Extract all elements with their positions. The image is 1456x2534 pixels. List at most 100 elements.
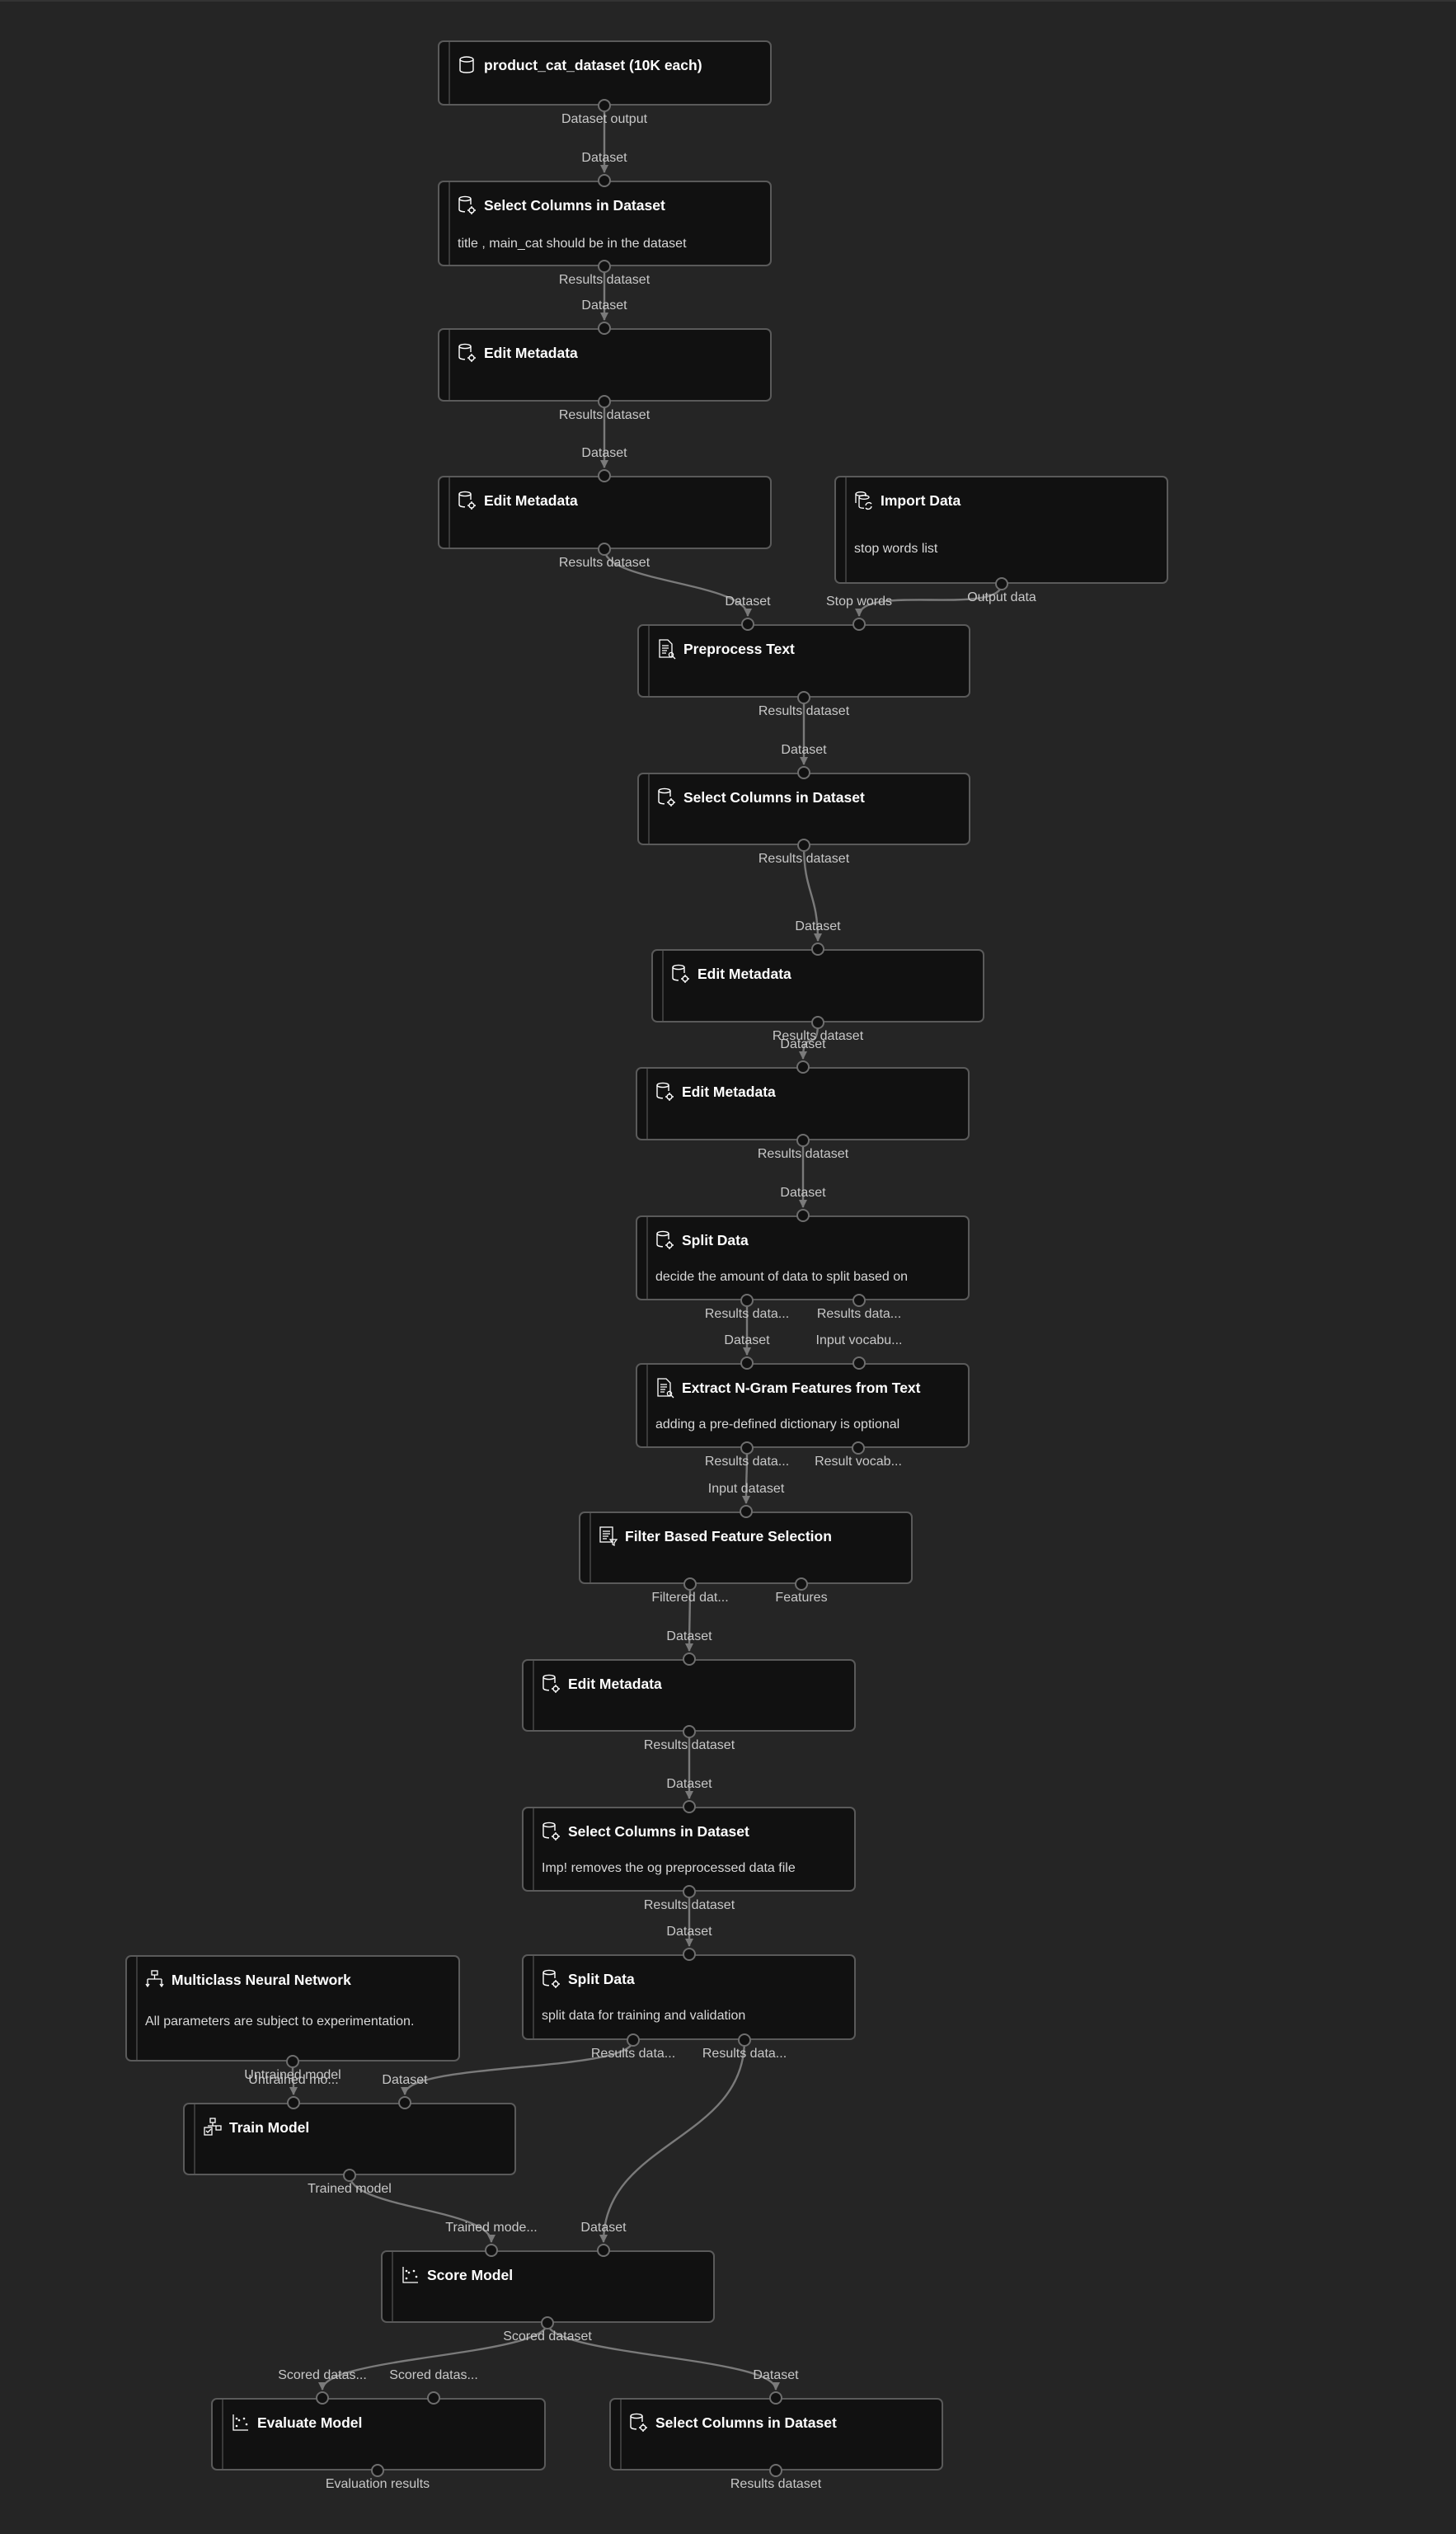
input-port[interactable] — [683, 1800, 696, 1813]
dataset-gear-icon — [542, 1821, 561, 1842]
input-port[interactable] — [598, 322, 611, 335]
node-status-stripe — [449, 42, 450, 104]
input-port[interactable] — [598, 174, 611, 187]
module-node-evaluate-model[interactable]: Evaluate Model — [211, 2398, 546, 2471]
output-port[interactable] — [738, 2033, 751, 2047]
module-node-edit-metadata[interactable]: Edit Metadata — [438, 476, 772, 549]
output-port[interactable] — [995, 577, 1008, 590]
output-port-label: Scored dataset — [503, 2329, 592, 2344]
node-title: Multiclass Neural Network — [171, 1972, 351, 1988]
module-node-import-data[interactable]: Import Data stop words list — [834, 476, 1168, 584]
module-node-split-data[interactable]: Split Data split data for training and va… — [522, 1954, 856, 2040]
output-port-label: Results dataset — [730, 2477, 822, 2491]
filter-list-icon — [599, 1526, 618, 1547]
module-node-edit-metadata[interactable]: Edit Metadata — [522, 1659, 856, 1732]
dataset-gear-icon — [458, 342, 477, 364]
output-port-label: Results data... — [816, 1307, 902, 1321]
output-port-label: Results dataset — [558, 556, 651, 570]
output-port[interactable] — [371, 2464, 384, 2477]
output-port[interactable] — [740, 1441, 754, 1455]
module-node-edit-metadata[interactable]: Edit Metadata — [438, 328, 772, 402]
module-node-multiclass-neural-network[interactable]: Multiclass Neural Network All parameters … — [125, 1955, 460, 2062]
neural-network-icon — [145, 1969, 165, 1991]
output-port[interactable] — [343, 2169, 356, 2182]
output-port[interactable] — [598, 99, 611, 112]
node-title: Preprocess Text — [683, 641, 795, 657]
output-port[interactable] — [795, 1577, 808, 1591]
dataset-gear-icon — [657, 787, 677, 808]
input-port[interactable] — [598, 469, 611, 482]
module-node-select-columns-in-dataset[interactable]: Select Columns in Dataset title , main_ca… — [438, 181, 772, 266]
output-port-label: Results data... — [702, 2047, 787, 2061]
output-port-label: Filtered dat... — [651, 1591, 729, 1605]
input-port[interactable] — [811, 943, 824, 956]
output-port[interactable] — [852, 1441, 865, 1455]
input-port-label: Dataset — [666, 1777, 712, 1791]
module-node-split-data[interactable]: Split Data decide the amount of data to s… — [636, 1215, 970, 1300]
input-port[interactable] — [796, 1060, 810, 1074]
output-port[interactable] — [683, 1725, 696, 1738]
module-node-edit-metadata[interactable]: Edit Metadata — [651, 949, 984, 1023]
module-node-filter-based-feature-selection[interactable]: Filter Based Feature Selection — [579, 1511, 913, 1584]
module-node-product-cat-dataset-10k-each[interactable]: product_cat_dataset (10K each) — [438, 40, 772, 106]
output-port[interactable] — [286, 2055, 299, 2068]
node-title: Split Data — [682, 1232, 749, 1248]
output-port[interactable] — [683, 1577, 697, 1591]
module-node-score-model[interactable]: Score Model — [381, 2250, 715, 2323]
input-port[interactable] — [852, 1356, 866, 1370]
output-port[interactable] — [797, 839, 810, 852]
output-port-label: Results dataset — [757, 1147, 849, 1161]
node-status-stripe — [449, 182, 450, 265]
input-port[interactable] — [316, 2391, 329, 2405]
module-node-select-columns-in-dataset[interactable]: Select Columns in Dataset — [609, 2398, 943, 2471]
output-port[interactable] — [769, 2464, 782, 2477]
node-status-stripe — [648, 774, 650, 844]
input-port[interactable] — [427, 2391, 440, 2405]
module-node-preprocess-text[interactable]: Preprocess Text — [637, 624, 970, 698]
node-status-stripe — [589, 1513, 591, 1582]
node-description: stop words list — [854, 542, 938, 556]
node-status-stripe — [620, 2400, 622, 2469]
input-port[interactable] — [287, 2096, 300, 2109]
input-port[interactable] — [769, 2391, 782, 2405]
module-node-select-columns-in-dataset[interactable]: Select Columns in Dataset Imp! removes th… — [522, 1807, 856, 1892]
output-port[interactable] — [598, 543, 611, 556]
dataset-gear-icon — [629, 2412, 649, 2433]
output-port-label: Dataset output — [561, 112, 648, 126]
input-port[interactable] — [741, 618, 754, 631]
dataset-gear-icon — [458, 195, 477, 216]
module-node-edit-metadata[interactable]: Edit Metadata — [636, 1067, 970, 1140]
output-port[interactable] — [852, 1294, 866, 1307]
input-port[interactable] — [683, 1653, 696, 1666]
input-port[interactable] — [683, 1948, 696, 1961]
input-port[interactable] — [485, 2244, 498, 2257]
output-port-label: Results dataset — [643, 1738, 735, 1752]
module-node-select-columns-in-dataset[interactable]: Select Columns in Dataset — [637, 773, 970, 845]
input-port[interactable] — [796, 1209, 810, 1222]
dataset-icon — [458, 54, 477, 76]
output-port[interactable] — [627, 2033, 640, 2047]
input-port[interactable] — [740, 1505, 753, 1518]
pipeline-canvas[interactable]: product_cat_dataset (10K each) Dataset ou… — [0, 0, 1456, 2534]
input-port-label: Dataset — [724, 1333, 770, 1347]
node-title: Import Data — [881, 492, 961, 509]
output-port[interactable] — [541, 2316, 554, 2329]
output-port[interactable] — [811, 1016, 824, 1029]
output-port[interactable] — [796, 1134, 810, 1147]
input-port[interactable] — [398, 2096, 411, 2109]
output-port[interactable] — [740, 1294, 754, 1307]
output-port[interactable] — [598, 260, 611, 273]
input-port[interactable] — [597, 2244, 610, 2257]
output-port-label: Evaluation results — [325, 2477, 430, 2491]
node-title: Edit Metadata — [484, 345, 578, 361]
link-n14-1-to-score-1[interactable] — [599, 2039, 746, 2243]
module-node-extract-n-gram-features-from-text[interactable]: Extract N-Gram Features from Text adding … — [636, 1363, 970, 1448]
input-port[interactable] — [852, 618, 866, 631]
input-port[interactable] — [740, 1356, 754, 1370]
output-port[interactable] — [797, 691, 810, 704]
output-port[interactable] — [683, 1885, 696, 1898]
module-node-train-model[interactable]: Train Model — [183, 2103, 516, 2175]
input-port[interactable] — [797, 766, 810, 779]
dataset-gear-icon — [655, 1229, 675, 1251]
output-port[interactable] — [598, 395, 611, 408]
